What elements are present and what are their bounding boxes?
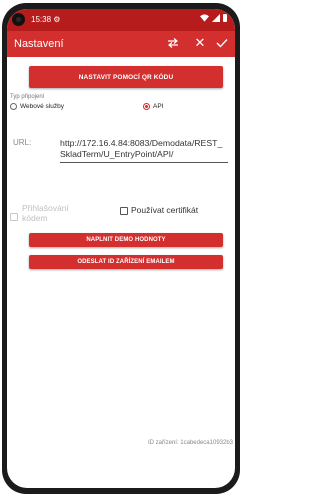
url-label: URL: (13, 138, 32, 147)
status-time: 15:38 ⚙ (31, 15, 60, 24)
signal-icon (212, 14, 220, 22)
device-id-text: ID zařízení: 1cabedeca10932b3 (147, 440, 233, 446)
radio-circle-selected[interactable] (143, 103, 150, 110)
battery-icon (223, 14, 227, 22)
email-device-id-button[interactable]: ODESLAT ID ZAŘÍZENÍ EMAILEM (29, 255, 223, 269)
swap-icon[interactable] (166, 36, 180, 50)
demo-values-button[interactable]: NAPLNIT DEMO HODNOTY (29, 233, 223, 247)
page-title: Nastavení (14, 38, 64, 50)
clock-text: 15:38 (31, 15, 52, 24)
wifi-icon (200, 14, 209, 22)
radio-api[interactable]: API (143, 103, 163, 110)
app-bar: Nastavení ✕ (7, 31, 235, 57)
radio-web-services[interactable]: Webové služby (10, 103, 64, 110)
close-icon[interactable]: ✕ (193, 35, 207, 50)
status-bar: 15:38 ⚙ (7, 9, 235, 31)
check-icon[interactable] (215, 36, 229, 50)
login-code-checkbox[interactable] (10, 213, 18, 221)
phone-frame: 15:38 ⚙ Nastavení ✕ NASTAVIT POMOCÍ QR K… (2, 3, 240, 494)
sync-icon: ⚙ (53, 15, 61, 24)
url-input[interactable]: http://172.16.4.84:8083/Demodata/REST_Sk… (60, 138, 228, 163)
status-icons (200, 14, 227, 22)
radio-circle[interactable] (10, 103, 17, 110)
connection-type-label: Typ připojení (10, 94, 45, 100)
login-code-label: Přihlašování kódem (22, 203, 69, 223)
certificate-label: Používat certifikát (131, 205, 199, 215)
qr-setup-button[interactable]: NASTAVIT POMOCÍ QR KÓDU (29, 66, 223, 88)
radio-web-services-label: Webové služby (20, 103, 64, 110)
front-camera (12, 13, 25, 26)
app-screen: 15:38 ⚙ Nastavení ✕ NASTAVIT POMOCÍ QR K… (7, 9, 235, 488)
certificate-checkbox[interactable] (120, 207, 128, 215)
radio-api-label: API (153, 103, 164, 110)
